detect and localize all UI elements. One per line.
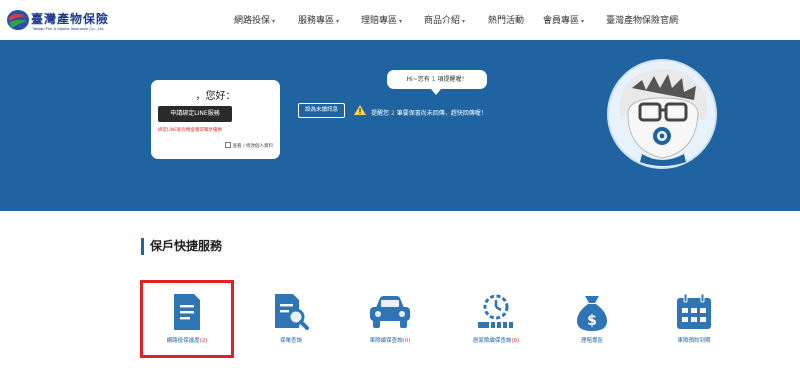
reminder-bubble: Hi~您有 1 項提醒喔！ <box>387 70 487 89</box>
warning-prefix: 提醒您 <box>371 110 390 117</box>
section-accent-bar <box>141 238 144 255</box>
chevron-down-icon: ▾ <box>581 18 585 25</box>
service-label: 居家險續保查詢(0) <box>446 336 546 344</box>
service-count: (0) <box>511 338 520 344</box>
top-navigation-bar: 臺灣產物保險 Taiwan Fire & Marine Insurance Co… <box>0 0 800 40</box>
service-count: (0) <box>402 338 411 344</box>
money-bag-icon: $ <box>577 296 607 331</box>
bind-line-button[interactable]: 申請綁定LINE服務 <box>158 106 232 122</box>
logo-emblem-icon <box>7 10 29 30</box>
nav-official-site[interactable]: 臺灣產物保險官網 <box>606 13 678 27</box>
service-name: 理賠專區 <box>580 338 603 344</box>
logo-chinese-name: 臺灣產物保險 <box>31 12 110 26</box>
nav-label: 臺灣產物保險官網 <box>606 16 679 26</box>
service-label: 保單查詢 <box>241 336 341 344</box>
nav-online-insurance[interactable]: 網路投保 ▾ <box>234 13 275 27</box>
mark-unread-button[interactable]: 設為未讀訊息 <box>298 103 345 118</box>
svg-text:$: $ <box>587 313 597 329</box>
service-name: 居家險續保查詢 <box>472 338 512 344</box>
bubble-suffix: 項提醒喔！ <box>437 76 468 83</box>
bubble-prefix: Hi~您有 <box>406 76 430 83</box>
edit-profile-link[interactable]: 查看 / 修改個人資料 <box>224 142 273 149</box>
clock-progress-icon <box>478 294 513 328</box>
calendar-icon <box>677 294 711 329</box>
service-label: 車險續保查詢(0) <box>340 336 440 344</box>
nav-label: 熱門活動 <box>488 16 525 26</box>
member-greeting-card: ，您好： 申請綁定LINE服務 綁定LINE能有機會獲得獨享優惠 查看 / 修改… <box>151 80 280 159</box>
warning-count: 2 <box>390 110 395 117</box>
service-name: 車險續保查詢 <box>369 338 403 344</box>
service-policy-inquiry[interactable]: 保單查詢 <box>241 294 341 354</box>
chevron-down-icon: ▾ <box>336 18 340 25</box>
service-name: 車險預約到期 <box>677 338 711 344</box>
company-logo[interactable]: 臺灣產物保險 Taiwan Fire & Marine Insurance Co… <box>6 9 108 33</box>
nav-label: 會員專區 <box>543 16 580 26</box>
logo-english-name: Taiwan Fire & Marine Insurance Co., Ltd. <box>32 26 105 31</box>
chevron-down-icon: ▾ <box>272 18 276 25</box>
edit-profile-label: 查看 / 修改個人資料 <box>232 144 273 149</box>
nav-label: 網路投保 <box>234 16 271 26</box>
nav-claims-area[interactable]: 理賠專區 ▾ <box>361 13 402 27</box>
nav-products[interactable]: 商品介紹 ▾ <box>424 13 465 27</box>
car-icon <box>370 296 410 328</box>
nav-label: 商品介紹 <box>424 16 461 26</box>
mascot-illustration <box>607 59 717 169</box>
nav-member-area[interactable]: 會員專區 ▾ <box>543 13 584 27</box>
service-car-insurance-expiry[interactable]: 車險預約到期 <box>644 294 744 354</box>
service-car-renewal-inquiry[interactable]: 車險續保查詢(0) <box>340 294 440 354</box>
warning-suffix: 筆要保書尚未回傳，趕快回傳喔！ <box>396 110 487 117</box>
line-benefit-note: 綁定LINE能有機會獲得獨享優惠 <box>158 128 223 133</box>
chevron-down-icon: ▾ <box>399 18 403 25</box>
service-name: 保單查詢 <box>279 338 302 344</box>
edit-icon <box>224 142 231 148</box>
nav-label: 理賠專區 <box>361 16 398 26</box>
nav-hot-events[interactable]: 熱門活動 <box>488 13 524 27</box>
nav-label: 服務專區 <box>298 16 335 26</box>
nav-service-area[interactable]: 服務專區 ▾ <box>298 13 339 27</box>
service-label: 車險預約到期 <box>644 336 744 344</box>
pending-forms-warning[interactable]: 提醒您 2 筆要保書尚未回傳，趕快回傳喔！ <box>371 108 487 117</box>
highlight-box <box>140 280 234 358</box>
bubble-tail <box>431 89 441 95</box>
service-home-renewal-inquiry[interactable]: 居家險續保查詢(0) <box>446 294 546 354</box>
quick-services-title: 保戶快捷服務 <box>150 239 223 253</box>
bubble-count: 1 <box>431 76 436 83</box>
service-label: 理賠專區 <box>542 336 642 344</box>
document-search-icon <box>275 294 309 330</box>
service-claims-area[interactable]: $ 理賠專區 <box>542 294 642 354</box>
warning-icon <box>354 105 366 115</box>
chevron-down-icon: ▾ <box>462 18 466 25</box>
greeting-text: ，您好： <box>195 91 236 102</box>
